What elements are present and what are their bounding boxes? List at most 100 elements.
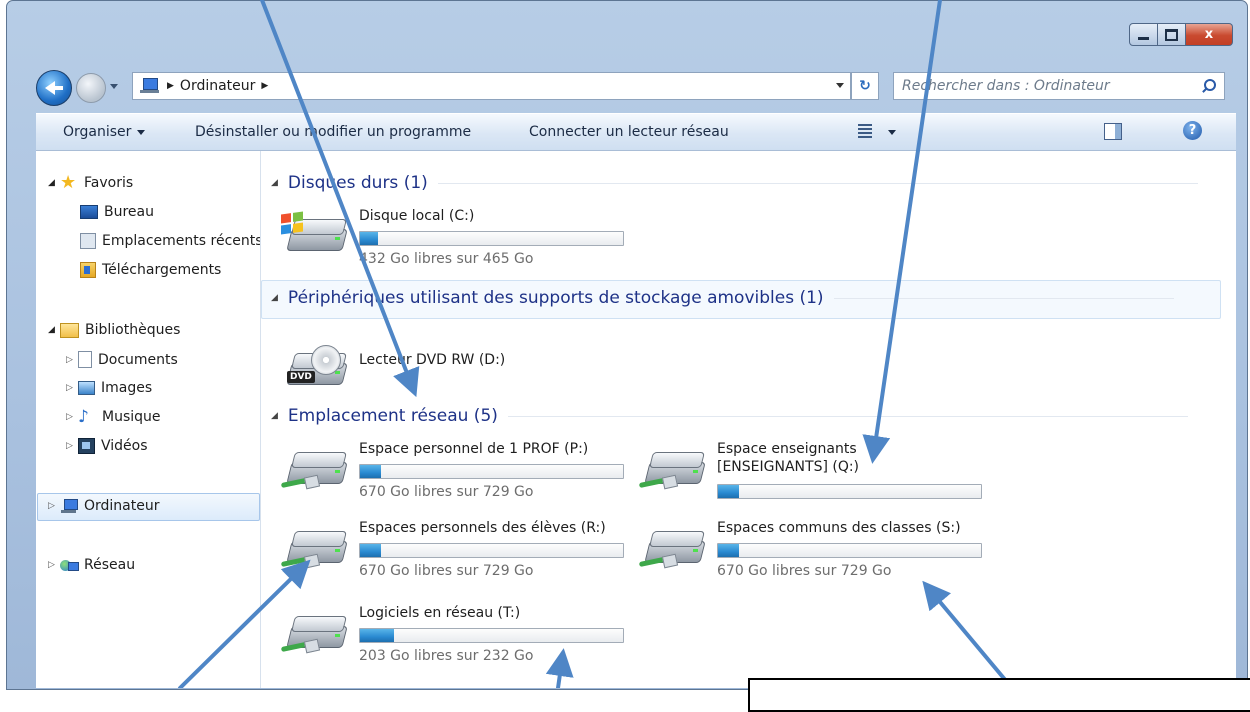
collapsed-arrow-icon[interactable]: ▷	[48, 501, 60, 511]
nav-libraries[interactable]: ◢ Bibliothèques	[48, 322, 180, 338]
view-options-icon[interactable]	[858, 124, 872, 138]
chevron-down-icon	[137, 129, 146, 139]
network-cable-icon	[281, 555, 321, 567]
computer-icon	[60, 499, 78, 513]
drive-label: Espaces personnels des élèves (R:)	[359, 520, 606, 536]
close-icon: x	[1204, 27, 1214, 42]
collapsed-arrow-icon[interactable]: ▷	[48, 560, 60, 570]
refresh-icon: ↻	[859, 78, 871, 94]
drive-label: Espace enseignants [ENSEIGNANTS] (Q:)	[717, 441, 860, 475]
computer-icon	[139, 78, 161, 94]
group-divider	[507, 415, 1188, 417]
expand-arrow-icon[interactable]: ◢	[48, 178, 60, 188]
help-icon[interactable]: ?	[1183, 121, 1202, 140]
drive-r[interactable]: Espaces personnels des élèves (R:) 670 G…	[261, 519, 624, 579]
address-bar[interactable]: ▶ Ordinateur ▶	[132, 72, 851, 100]
drive-t[interactable]: Logiciels en réseau (T:) 203 Go libres s…	[261, 604, 624, 664]
nav-favorites[interactable]: ◢ ★ Favoris	[48, 172, 133, 193]
downloads-icon	[80, 262, 96, 278]
nav-item-music[interactable]: ▷ ♪ Musique	[66, 409, 161, 426]
forward-button[interactable]	[76, 73, 106, 103]
nav-item-documents[interactable]: ▷ Documents	[66, 351, 178, 368]
collapsed-arrow-icon[interactable]: ▷	[66, 441, 78, 451]
collapsed-arrow-icon[interactable]: ▷	[66, 412, 78, 422]
drive-c[interactable]: Disque local (C:) 432 Go libres sur 465 …	[261, 207, 624, 267]
drive-p[interactable]: Espace personnel de 1 PROF (P:) 670 Go l…	[261, 440, 624, 500]
free-space-text: 670 Go libres sur 729 Go	[359, 484, 534, 500]
search-box[interactable]: Rechercher dans : Ordinateur	[893, 72, 1225, 100]
drive-label: Lecteur DVD RW (D:)	[359, 352, 506, 368]
recent-places-icon	[80, 233, 96, 249]
drive-s[interactable]: Espaces communs des classes (S:) 670 Go …	[619, 519, 982, 579]
collapsed-arrow-icon[interactable]: ▷	[66, 355, 78, 365]
collapse-arrow-icon[interactable]: ◢	[271, 293, 278, 303]
view-dropdown-icon[interactable]	[888, 130, 896, 139]
maximize-button[interactable]	[1158, 23, 1186, 46]
network-cable-icon	[281, 640, 321, 652]
search-icon[interactable]	[1200, 77, 1218, 95]
organize-button[interactable]: Organiser	[63, 124, 146, 140]
uninstall-program-button[interactable]: Désinstaller ou modifier un programme	[195, 124, 471, 140]
command-bar: Organiser Désinstaller ou modifier un pr…	[36, 113, 1236, 151]
nav-item-videos[interactable]: ▷ Vidéos	[66, 438, 148, 454]
star-icon: ★	[60, 172, 77, 193]
nav-item-downloads[interactable]: Téléchargements	[80, 262, 221, 278]
group-divider	[437, 182, 1198, 184]
capacity-bar	[717, 484, 982, 499]
group-header-removable[interactable]: ◢ Périphériques utilisant des supports d…	[271, 288, 1174, 308]
search-input[interactable]: Rechercher dans : Ordinateur	[902, 78, 1200, 94]
address-history-dropdown[interactable]	[836, 83, 844, 92]
capacity-bar	[359, 464, 624, 479]
capacity-fill	[360, 629, 395, 642]
capacity-bar	[717, 543, 982, 558]
group-header-hard-disks[interactable]: ◢ Disques durs (1)	[271, 173, 1198, 193]
minimize-button[interactable]	[1129, 23, 1158, 46]
dvd-disc-icon	[311, 345, 341, 375]
nav-computer[interactable]: ▷ Ordinateur	[48, 498, 160, 514]
collapse-arrow-icon[interactable]: ◢	[271, 411, 278, 421]
collapsed-arrow-icon[interactable]: ▷	[66, 383, 78, 393]
drive-label: Logiciels en réseau (T:)	[359, 605, 521, 621]
network-cable-icon	[639, 555, 679, 567]
minimize-icon	[1138, 36, 1149, 40]
map-network-drive-button[interactable]: Connecter un lecteur réseau	[529, 124, 729, 140]
refresh-button[interactable]: ↻	[851, 72, 879, 100]
network-icon	[60, 558, 79, 572]
capacity-bar	[359, 543, 624, 558]
local-disk-icon	[281, 211, 348, 257]
nav-item-images[interactable]: ▷ Images	[66, 380, 152, 396]
window-controls: x	[1129, 23, 1233, 46]
videos-icon	[78, 438, 95, 454]
breadcrumb-separator-icon[interactable]: ▶	[167, 81, 174, 91]
breadcrumb-ordinateur[interactable]: Ordinateur	[180, 78, 256, 94]
drive-q[interactable]: Espace enseignants [ENSEIGNANTS] (Q:)	[619, 440, 982, 500]
drive-label: Disque local (C:)	[359, 208, 475, 224]
breadcrumb-separator-icon[interactable]: ▶	[261, 81, 268, 91]
dvd-badge-icon: DVD	[287, 371, 315, 383]
capacity-fill	[360, 544, 382, 557]
capacity-fill	[718, 485, 740, 498]
pictures-icon	[78, 381, 95, 395]
expand-arrow-icon[interactable]: ◢	[48, 325, 60, 335]
nav-item-bureau[interactable]: Bureau	[80, 204, 154, 220]
annotation-callout	[748, 678, 1250, 712]
drive-label: Espace personnel de 1 PROF (P:)	[359, 441, 589, 457]
free-space-text: 432 Go libres sur 465 Go	[359, 251, 534, 267]
preview-pane-icon[interactable]	[1104, 123, 1122, 140]
free-space-text: 670 Go libres sur 729 Go	[359, 563, 534, 579]
group-divider	[833, 297, 1174, 299]
network-drive-icon	[639, 446, 706, 490]
network-cable-icon	[639, 476, 679, 488]
dvd-drive-icon: DVD	[281, 345, 348, 391]
recent-pages-dropdown[interactable]	[110, 84, 118, 93]
libraries-icon	[60, 322, 79, 338]
documents-icon	[78, 351, 92, 368]
back-button[interactable]	[36, 70, 72, 106]
group-header-network[interactable]: ◢ Emplacement réseau (5)	[271, 406, 1188, 426]
nav-network[interactable]: ▷ Réseau	[48, 557, 135, 573]
close-button[interactable]: x	[1186, 23, 1233, 46]
network-cable-icon	[281, 476, 321, 488]
drive-d[interactable]: DVD Lecteur DVD RW (D:)	[261, 345, 601, 411]
nav-item-recent-places[interactable]: Emplacements récents	[80, 233, 260, 249]
collapse-arrow-icon[interactable]: ◢	[271, 178, 278, 188]
